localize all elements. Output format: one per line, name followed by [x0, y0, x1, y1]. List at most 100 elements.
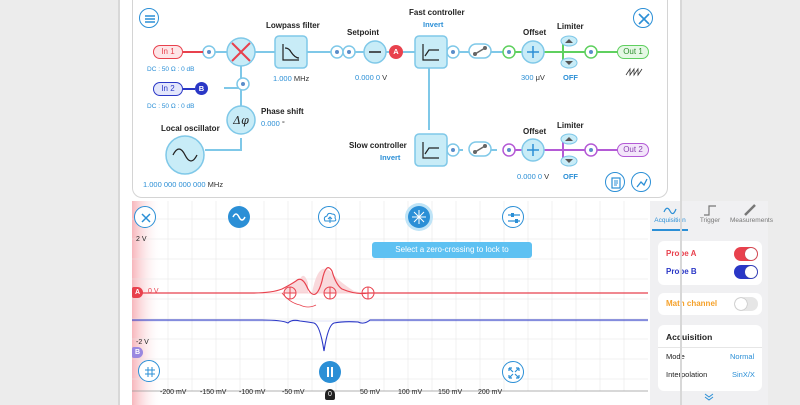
sparkle-icon: [412, 210, 426, 224]
probe-a-toggle[interactable]: [734, 247, 758, 261]
pause-icon: [327, 367, 333, 377]
offset2-add-icon[interactable]: [521, 138, 545, 162]
input-2-settings[interactable]: DC : 50 Ω : 0 dB: [147, 103, 195, 110]
lowpass-block[interactable]: [274, 35, 308, 69]
input-1-settings[interactable]: DC : 50 Ω : 0 dB: [147, 66, 195, 73]
slow-controller-mode[interactable]: Invert: [380, 153, 400, 162]
tab-trigger-label: Trigger: [699, 217, 721, 224]
x-tick: -150 mV: [200, 389, 227, 396]
offset-1-value[interactable]: 300 μV: [521, 73, 545, 82]
close-button[interactable]: [134, 206, 156, 228]
fullscreen-button[interactable]: [502, 361, 524, 383]
fast-controller-block[interactable]: [414, 35, 448, 69]
acquisition-title: Acquisition: [666, 332, 713, 342]
cloud-upload-button[interactable]: [318, 206, 340, 228]
chart-button[interactable]: [631, 172, 651, 192]
interpolation-value[interactable]: SinX/X: [732, 370, 755, 379]
menu-button[interactable]: [139, 8, 159, 28]
sine-wave-icon: [232, 213, 246, 221]
close-icon: [141, 213, 151, 223]
offset-1-title: Offset: [523, 28, 547, 37]
menu-icon: [145, 15, 155, 23]
fast-controller-mode[interactable]: Invert: [423, 20, 443, 29]
grid-toggle-button[interactable]: [138, 360, 160, 382]
svg-text:Δφ: Δφ: [232, 114, 249, 127]
tab-underline: [652, 229, 688, 231]
limiter-1-title: Limiter: [557, 22, 584, 31]
x-tick: -100 mV: [239, 389, 266, 396]
setpoint-value[interactable]: 0.000 0 V: [355, 73, 387, 82]
math-channel-toggle[interactable]: [734, 297, 758, 311]
output-2-pill[interactable]: Out 2: [617, 143, 649, 157]
offset-2-value[interactable]: 0.000 0 V: [517, 172, 549, 181]
probe-b-toggle[interactable]: [734, 265, 758, 279]
probe-b-marker[interactable]: B: [132, 347, 143, 358]
output-1-pill[interactable]: Out 1: [617, 45, 649, 59]
switch-slow-icon[interactable]: [468, 141, 492, 157]
side-panel: Acquisition Trigger Measurements Probe A…: [650, 201, 773, 405]
limiter-2-title: Limiter: [557, 121, 584, 130]
block-diagram: Δφ In 1 In 2 B DC : 50 Ω : 0 dB DC: 50 …: [132, 0, 668, 198]
notes-button[interactable]: [605, 172, 625, 192]
diagram-wires: Δφ: [165, 35, 643, 175]
y-bottom-label: -2 V: [136, 339, 149, 346]
phase-shift-icon[interactable]: Δφ: [226, 105, 256, 135]
math-channel-label: Math channel: [666, 299, 718, 308]
math-card: Math channel: [658, 293, 762, 315]
chart-icon: [636, 178, 648, 188]
setpoint-title: Setpoint: [347, 28, 379, 37]
mixer-icon[interactable]: [226, 37, 256, 67]
x-tick: 100 mV: [398, 389, 423, 396]
oscilloscope-panel[interactable]: Select a zero-crossing to lock to 2 V -2…: [132, 201, 648, 405]
sliders-icon: [508, 213, 520, 223]
phase-shift-value[interactable]: 0.000 °: [261, 119, 285, 128]
x-tick: -50 mV: [282, 389, 305, 396]
input-2-pill[interactable]: In 2: [153, 82, 183, 96]
setpoint-subtract-icon[interactable]: [363, 40, 387, 64]
tab-measurements-label: Measurements: [730, 217, 773, 224]
local-oscillator-title: Local oscillator: [161, 124, 220, 133]
limiter-1-state[interactable]: OFF: [563, 73, 578, 82]
probe-b-label: Probe B: [666, 267, 697, 276]
fast-controller-title: Fast controller: [409, 8, 465, 17]
scope-settings-button[interactable]: [502, 206, 524, 228]
tools-icon: [638, 13, 650, 25]
notes-icon: [611, 177, 621, 189]
limiter-2-state[interactable]: OFF: [563, 172, 578, 181]
tools-button[interactable]: [633, 8, 653, 28]
local-oscillator-icon[interactable]: [165, 135, 205, 175]
mode-label: Mode: [666, 352, 685, 361]
x-tick: 150 mV: [438, 389, 463, 396]
lock-zero-button[interactable]: [408, 206, 430, 228]
slow-controller-block[interactable]: [414, 133, 448, 167]
lowpass-value[interactable]: 1.000 MHz: [273, 74, 309, 83]
local-oscillator-value[interactable]: 1.000 000 000 000 MHz: [143, 180, 223, 189]
scroll-down-icon[interactable]: [704, 393, 714, 401]
setpoint-badge: A: [389, 45, 403, 59]
waveform-button[interactable]: [228, 206, 250, 228]
mode-value[interactable]: Normal: [730, 352, 754, 361]
scope-plot[interactable]: [132, 201, 648, 405]
ruler-icon: [744, 204, 756, 216]
expand-icon: [508, 367, 520, 379]
pause-button[interactable]: [319, 361, 341, 383]
zero-marker[interactable]: 0: [325, 389, 335, 400]
ramp-icon: [625, 67, 643, 77]
zero-crossing-toast: Select a zero-crossing to lock to: [372, 242, 532, 258]
x-tick: 50 mV: [360, 389, 381, 396]
probe-a-label: Probe A: [666, 249, 697, 258]
probe-a-marker[interactable]: A: [132, 287, 143, 298]
tab-acquisition[interactable]: Acquisition: [650, 203, 690, 227]
input-2-badge: B: [195, 82, 208, 95]
waveform-icon: [663, 207, 677, 215]
tab-trigger[interactable]: Trigger: [690, 203, 730, 227]
slow-controller-title: Slow controller: [349, 141, 407, 150]
input-1-pill[interactable]: In 1: [153, 45, 183, 59]
switch-fast-icon[interactable]: [468, 43, 492, 59]
trigger-icon: [704, 205, 716, 216]
offset1-add-icon[interactable]: [521, 40, 545, 64]
x-tick: 200 mV: [478, 389, 503, 396]
acquisition-card: Acquisition Mode Normal Interpolation Si…: [658, 325, 762, 391]
lowpass-title: Lowpass filter: [266, 21, 320, 30]
tab-measurements[interactable]: Measurements: [730, 203, 773, 227]
